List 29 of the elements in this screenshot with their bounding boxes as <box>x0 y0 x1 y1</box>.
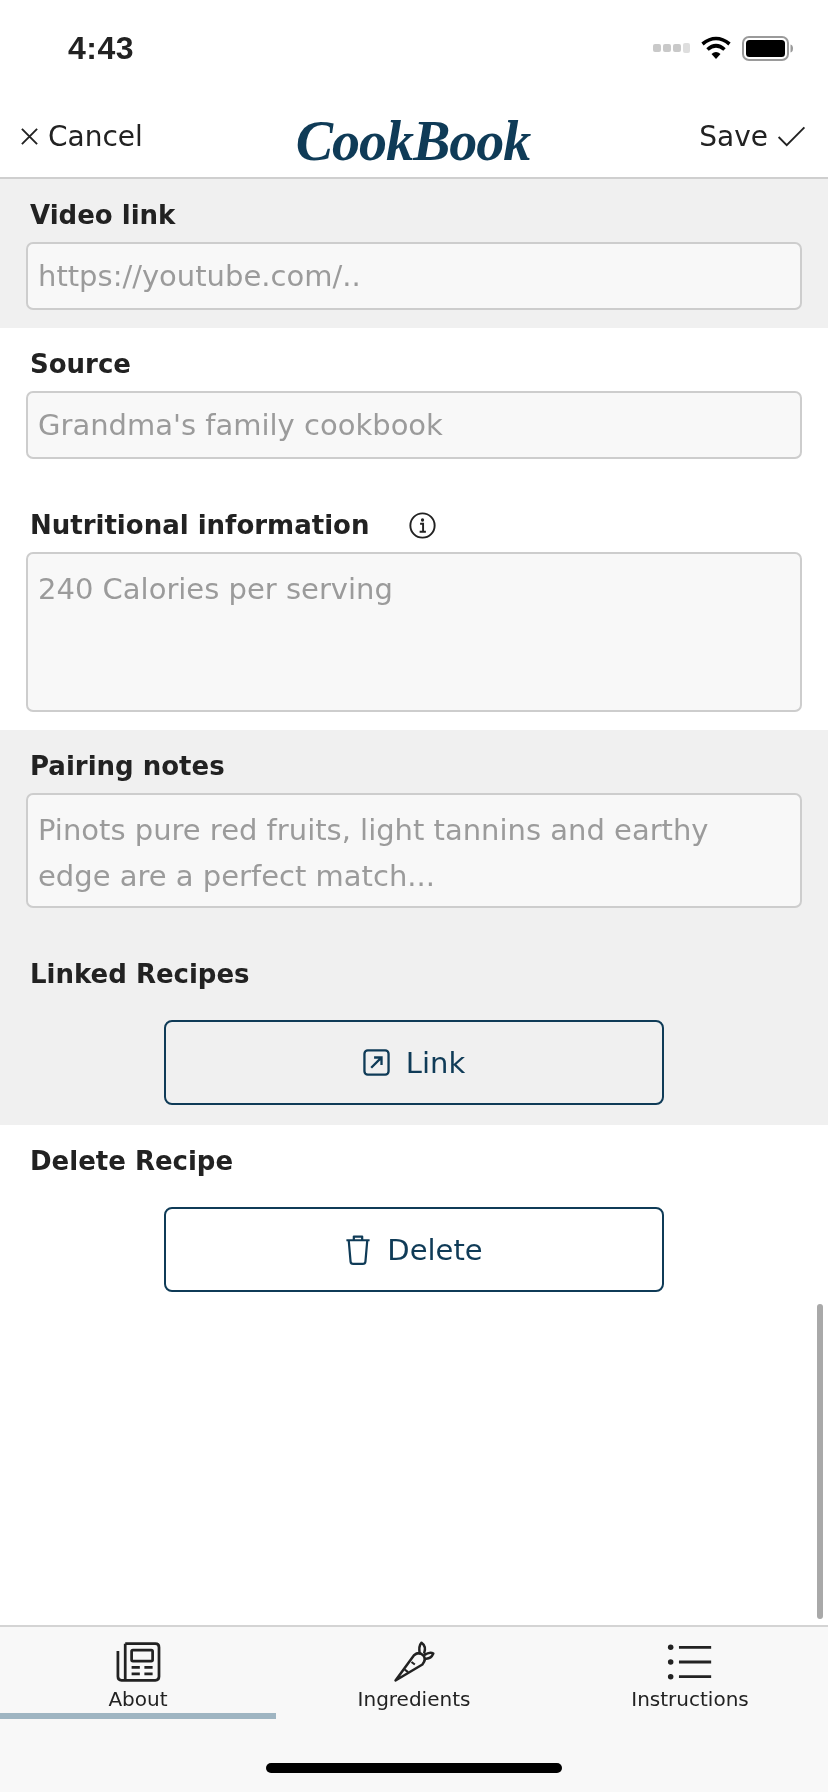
newspaper-icon <box>115 1641 161 1683</box>
field-label: Pairing notes <box>29 750 225 783</box>
signal-icon <box>653 43 690 53</box>
field-label: Delete Recipe <box>29 1145 234 1178</box>
save-button[interactable]: Save <box>699 120 806 153</box>
text-area-field[interactable]: 240 Calories per serving <box>26 552 802 712</box>
text-area-field[interactable]: Pinots pure red fruits, light tannins and earthy edge are a perfect match... <box>26 793 802 908</box>
field-label: Nutritional information <box>29 509 370 542</box>
status-time: 4:43 <box>68 29 135 67</box>
close-icon <box>20 127 39 146</box>
text-input-field[interactable]: Grandma's family cookbook <box>26 391 802 459</box>
field-label: Source <box>29 348 131 381</box>
wifi-icon <box>700 36 732 60</box>
delete-button[interactable]: Delete <box>164 1207 664 1292</box>
nav-tab[interactable]: About <box>0 1627 276 1719</box>
external-link-icon <box>362 1049 390 1076</box>
check-icon <box>777 126 806 147</box>
field-label: Video link <box>29 199 176 232</box>
field-label: Linked Recipes <box>29 958 250 991</box>
info-icon[interactable] <box>409 511 437 539</box>
battery-icon <box>742 35 794 61</box>
nav-tab[interactable]: Ingredients <box>276 1627 552 1719</box>
nav-tab[interactable]: Instructions <box>552 1627 828 1719</box>
app-logo: CookBook <box>295 108 531 169</box>
trash-icon <box>345 1233 372 1266</box>
link-button[interactable]: Link <box>164 1020 664 1105</box>
text-input-field[interactable]: https://youtube.com/.. <box>26 242 802 310</box>
cancel-button[interactable]: Cancel <box>20 120 143 153</box>
carrot-icon <box>391 1641 437 1683</box>
